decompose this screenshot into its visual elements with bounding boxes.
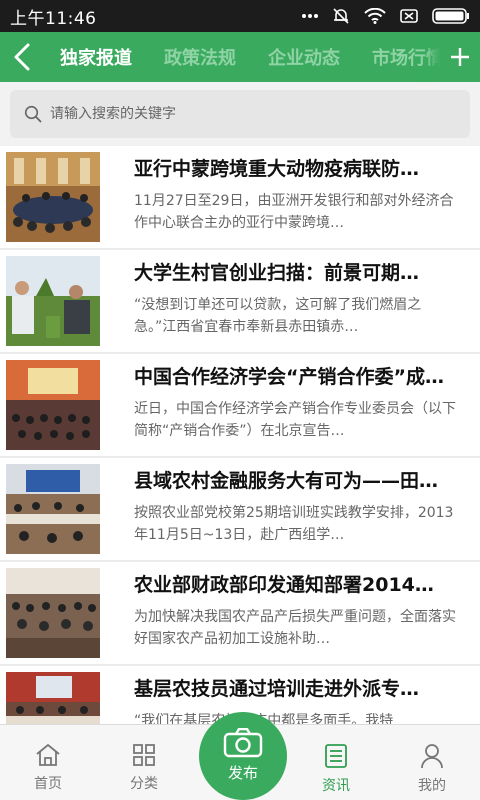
back-arrow-icon: [14, 43, 30, 71]
status-bar: 上午11:46: [0, 0, 480, 32]
news-title: 大学生村官创业扫描：前景可期…: [134, 262, 420, 284]
nav-category[interactable]: 分类: [96, 725, 192, 800]
status-icons: [302, 7, 470, 25]
news-icon: [325, 744, 347, 768]
more-dots-icon: [302, 14, 318, 18]
battery-icon: [432, 8, 469, 24]
nav-home-label: 首页: [34, 776, 62, 792]
news-thumbnail: [6, 256, 100, 346]
news-thumbnail: [6, 568, 100, 658]
news-item[interactable]: 亚行中蒙跨境重大动物疫病联防… 11月27日至29日，由亚洲开发银行和部对外经济…: [0, 146, 480, 248]
news-summary: “没想到订单还可以贷款，这可解了我们燃眉之急。”江西省宜春市奉新县赤田镇赤…: [134, 297, 422, 335]
news-summary: 为加快解决我国农产品产后损失严重问题，全面落实好国家农产品初加工设施补助…: [134, 609, 456, 647]
tab-company-news[interactable]: 企业动态: [252, 44, 356, 70]
news-thumbnail: [6, 152, 100, 242]
search-box[interactable]: [10, 90, 470, 138]
nav-news-label: 资讯: [322, 778, 350, 794]
news-title: 农业部财政部印发通知部署2014…: [134, 574, 434, 596]
news-thumbnail: [6, 464, 100, 554]
top-header: 独家报道 政策法规 企业动态 市场行情: [0, 32, 480, 82]
nav-mine[interactable]: 我的: [384, 725, 480, 800]
back-button[interactable]: [0, 32, 44, 82]
no-sim-icon: [400, 9, 418, 23]
nav-mine-label: 我的: [418, 778, 446, 794]
camera-icon: [223, 728, 263, 758]
plus-icon: [451, 48, 469, 66]
tab-policy-regulation[interactable]: 政策法规: [148, 44, 252, 70]
news-item[interactable]: 大学生村官创业扫描：前景可期… “没想到订单还可以贷款，这可解了我们燃眉之急。”…: [0, 250, 480, 352]
publish-label: 发布: [227, 764, 258, 782]
news-title: 中国合作经济学会“产销合作委”成…: [134, 366, 444, 388]
category-tabs: 独家报道 政策法规 企业动态 市场行情: [44, 32, 480, 82]
mute-bell-icon: [333, 8, 349, 24]
tab-exclusive-report[interactable]: 独家报道: [44, 44, 148, 70]
search-input[interactable]: [50, 106, 430, 122]
home-icon: [36, 744, 60, 766]
news-thumbnail: [6, 672, 100, 724]
nav-home[interactable]: 首页: [0, 725, 96, 800]
news-thumbnail: [6, 360, 100, 450]
add-category-button[interactable]: [440, 32, 480, 82]
news-item[interactable]: 县域农村金融服务大有可为——田… 按照农业部党校第25期培训班实践教学安排，20…: [0, 458, 480, 560]
news-title: 基层农技员通过培训走进外派专…: [134, 678, 420, 700]
nav-news[interactable]: 资讯: [288, 725, 384, 800]
news-summary: 近日，中国合作经济学会产销合作专业委员会（以下简称“产销合作委”）在北京宣告…: [134, 401, 456, 439]
news-title: 县域农村金融服务大有可为——田…: [134, 470, 439, 492]
news-item[interactable]: 农业部财政部印发通知部署2014… 为加快解决我国农产品产后损失严重问题，全面落…: [0, 562, 480, 664]
publish-button[interactable]: 发布: [199, 712, 287, 800]
nav-category-label: 分类: [130, 776, 158, 792]
search-icon: [24, 105, 42, 123]
status-time: 上午11:46: [10, 8, 97, 29]
news-summary: “我们在基层农技推广中都是多面手。我特: [134, 710, 456, 724]
search-bar: [0, 82, 480, 146]
news-title: 亚行中蒙跨境重大动物疫病联防…: [134, 158, 420, 180]
grid-icon: [133, 744, 155, 766]
news-summary: 11月27日至29日，由亚洲开发银行和部对外经济合作中心联合主办的亚行中蒙跨境…: [134, 193, 454, 231]
user-icon: [421, 744, 443, 769]
news-item[interactable]: 中国合作经济学会“产销合作委”成… 近日，中国合作经济学会产销合作专业委员会（以…: [0, 354, 480, 456]
news-summary: 按照农业部党校第25期培训班实践教学安排，2013年11月5日~13日，赴广西组…: [134, 505, 454, 543]
wifi-icon: [364, 8, 386, 24]
news-list: 亚行中蒙跨境重大动物疫病联防… 11月27日至29日，由亚洲开发银行和部对外经济…: [0, 146, 480, 724]
